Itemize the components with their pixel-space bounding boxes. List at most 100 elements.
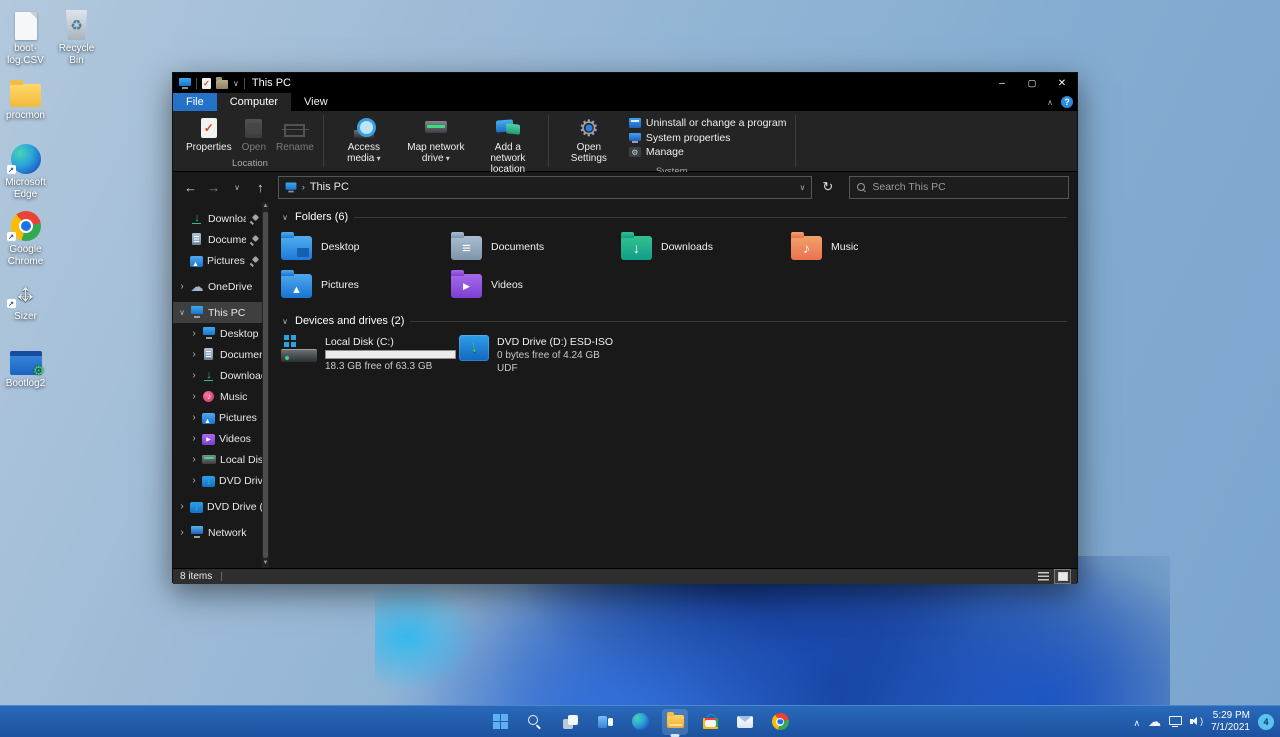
new-folder-qat-icon[interactable] xyxy=(216,76,228,89)
recent-locations-icon[interactable] xyxy=(227,176,246,198)
taskbar-edge[interactable] xyxy=(627,709,653,735)
desktop-icon-folder[interactable]: procmon xyxy=(1,73,51,140)
section-collapse-icon[interactable] xyxy=(281,317,289,326)
taskbar-widgets[interactable] xyxy=(592,709,618,735)
nav-item-desktop[interactable]: Desktop xyxy=(173,323,262,344)
nav-item-onedrive[interactable]: OneDrive xyxy=(173,276,262,297)
titlebar[interactable]: This PC xyxy=(173,73,1077,93)
nav-item-pictures[interactable]: Pictures xyxy=(173,407,262,428)
nav-item-disk[interactable]: Local Disk (C:) xyxy=(173,449,262,470)
properties-button[interactable]: Properties xyxy=(181,114,237,155)
desktop-icon-chrome[interactable]: Google Chrome xyxy=(1,207,51,274)
chevron-icon[interactable] xyxy=(178,308,186,317)
qat-customize-icon[interactable] xyxy=(233,77,239,89)
folder-tile-music[interactable]: Music xyxy=(791,232,961,261)
scroll-up-icon[interactable]: ▲ xyxy=(263,202,269,211)
manage-button[interactable]: Manage xyxy=(628,146,787,158)
map-network-drive-button[interactable]: Map network drive xyxy=(400,114,472,166)
add-network-location-button[interactable]: Add a network location xyxy=(472,114,544,177)
minimize-button[interactable] xyxy=(987,73,1017,93)
volume-tray-icon[interactable]: ) xyxy=(1190,716,1203,727)
scrollbar-thumb[interactable] xyxy=(263,212,268,558)
desktop-icon-sizer[interactable]: Sizer xyxy=(1,274,51,341)
address-bar[interactable]: › This PC xyxy=(277,175,813,199)
network-tray-icon[interactable] xyxy=(1169,716,1183,727)
address-breadcrumb[interactable]: This PC xyxy=(310,181,349,193)
maximize-button[interactable] xyxy=(1017,73,1047,93)
nav-item-downloads[interactable]: Downloads xyxy=(173,208,262,229)
desktop-icon-edge[interactable]: Microsoft Edge xyxy=(1,140,51,207)
open-settings-button[interactable]: Open Settings xyxy=(553,114,625,166)
folder-tile-videos[interactable]: Videos xyxy=(451,270,621,299)
icons-view-button[interactable] xyxy=(1054,569,1071,584)
onedrive-tray-icon[interactable] xyxy=(1148,713,1161,731)
chevron-icon[interactable] xyxy=(178,527,186,538)
desktop-icon-recycle[interactable]: Recycle Bin xyxy=(52,6,102,73)
taskbar-taskview[interactable] xyxy=(557,709,583,735)
nav-scrollbar[interactable]: ▲ ▼ xyxy=(262,202,269,568)
folder-tile-desktop[interactable]: Desktop xyxy=(281,232,451,261)
taskbar-explorer[interactable] xyxy=(662,708,688,735)
up-button[interactable] xyxy=(251,176,270,198)
nav-item-network[interactable]: Network xyxy=(173,522,262,543)
access-media-button[interactable]: Access media xyxy=(328,114,400,166)
section-collapse-icon[interactable] xyxy=(281,213,289,222)
nav-item-documents[interactable]: Documents xyxy=(173,229,262,250)
nav-item-downloads[interactable]: Downloads xyxy=(173,365,262,386)
chevron-icon[interactable] xyxy=(190,433,198,444)
chevron-icon[interactable] xyxy=(190,412,198,423)
details-view-button[interactable] xyxy=(1036,570,1051,583)
chevron-icon[interactable] xyxy=(178,501,186,512)
rename-button[interactable]: Rename xyxy=(271,114,319,155)
refresh-icon[interactable] xyxy=(816,176,839,198)
forward-button[interactable] xyxy=(204,176,223,198)
tab-file[interactable]: File xyxy=(173,93,217,111)
nav-item-documents[interactable]: Documents xyxy=(173,344,262,365)
nav-item-dvd[interactable]: DVD Drive (D:) ES xyxy=(173,496,262,517)
taskbar-search[interactable] xyxy=(522,709,548,735)
devices-section-header[interactable]: Devices and drives (2) xyxy=(281,315,1067,327)
nav-item-label: DVD Drive (D:) E xyxy=(219,474,262,487)
uninstall-program-button[interactable]: Uninstall or change a program xyxy=(628,117,787,129)
nav-item-music[interactable]: Music xyxy=(173,386,262,407)
chevron-icon[interactable] xyxy=(190,391,198,402)
scroll-down-icon[interactable]: ▼ xyxy=(263,559,269,568)
chevron-icon[interactable] xyxy=(190,349,198,360)
tab-view[interactable]: View xyxy=(291,93,341,111)
folders-section-header[interactable]: Folders (6) xyxy=(281,211,1067,223)
nav-item-thispc[interactable]: This PC xyxy=(173,302,262,323)
search-input[interactable] xyxy=(872,181,1061,193)
drive-tile-dvd[interactable]: DVD Drive (D:) ESD-ISO 0 bytes free of 4… xyxy=(459,335,719,374)
notification-badge[interactable]: 4 xyxy=(1258,713,1274,730)
chevron-icon[interactable] xyxy=(190,370,198,381)
nav-item-pictures[interactable]: Pictures xyxy=(173,250,262,271)
taskbar-store[interactable] xyxy=(697,709,723,735)
chevron-icon[interactable] xyxy=(190,475,198,486)
nav-item-videos[interactable]: Videos xyxy=(173,428,262,449)
taskbar-mail[interactable] xyxy=(732,709,758,735)
folder-tile-downloads[interactable]: Downloads xyxy=(621,232,791,261)
tray-overflow-icon[interactable] xyxy=(1133,713,1140,731)
back-button[interactable] xyxy=(181,176,200,198)
folder-tile-documents[interactable]: Documents xyxy=(451,232,621,261)
nav-item-dvd[interactable]: DVD Drive (D:) E xyxy=(173,470,262,491)
system-properties-button[interactable]: System properties xyxy=(628,132,787,144)
properties-qat-icon[interactable] xyxy=(202,77,211,89)
ribbon-collapse-icon[interactable] xyxy=(1047,96,1053,108)
folder-tile-label: Downloads xyxy=(661,240,713,253)
taskbar-chrome[interactable] xyxy=(767,709,793,735)
taskbar-start[interactable] xyxy=(487,709,513,735)
chevron-icon[interactable] xyxy=(190,328,198,339)
open-button[interactable]: Open xyxy=(237,114,271,155)
chevron-icon[interactable] xyxy=(190,454,198,465)
drive-tile-hdd[interactable]: Local Disk (C:) 18.3 GB free of 63.3 GB xyxy=(281,335,459,374)
clock[interactable]: 5:29 PM 7/1/2021 xyxy=(1211,710,1250,734)
desktop-icon-csv[interactable]: boot-log.CSV xyxy=(1,6,51,73)
chevron-icon[interactable] xyxy=(178,281,186,292)
help-icon[interactable]: ? xyxy=(1061,96,1073,108)
desktop-icon-bootlog[interactable]: Bootlog2 xyxy=(1,341,51,408)
folder-tile-pictures[interactable]: Pictures xyxy=(281,270,451,299)
close-button[interactable] xyxy=(1047,73,1077,93)
address-dropdown-icon[interactable] xyxy=(799,183,805,192)
tab-computer[interactable]: Computer xyxy=(216,93,292,111)
